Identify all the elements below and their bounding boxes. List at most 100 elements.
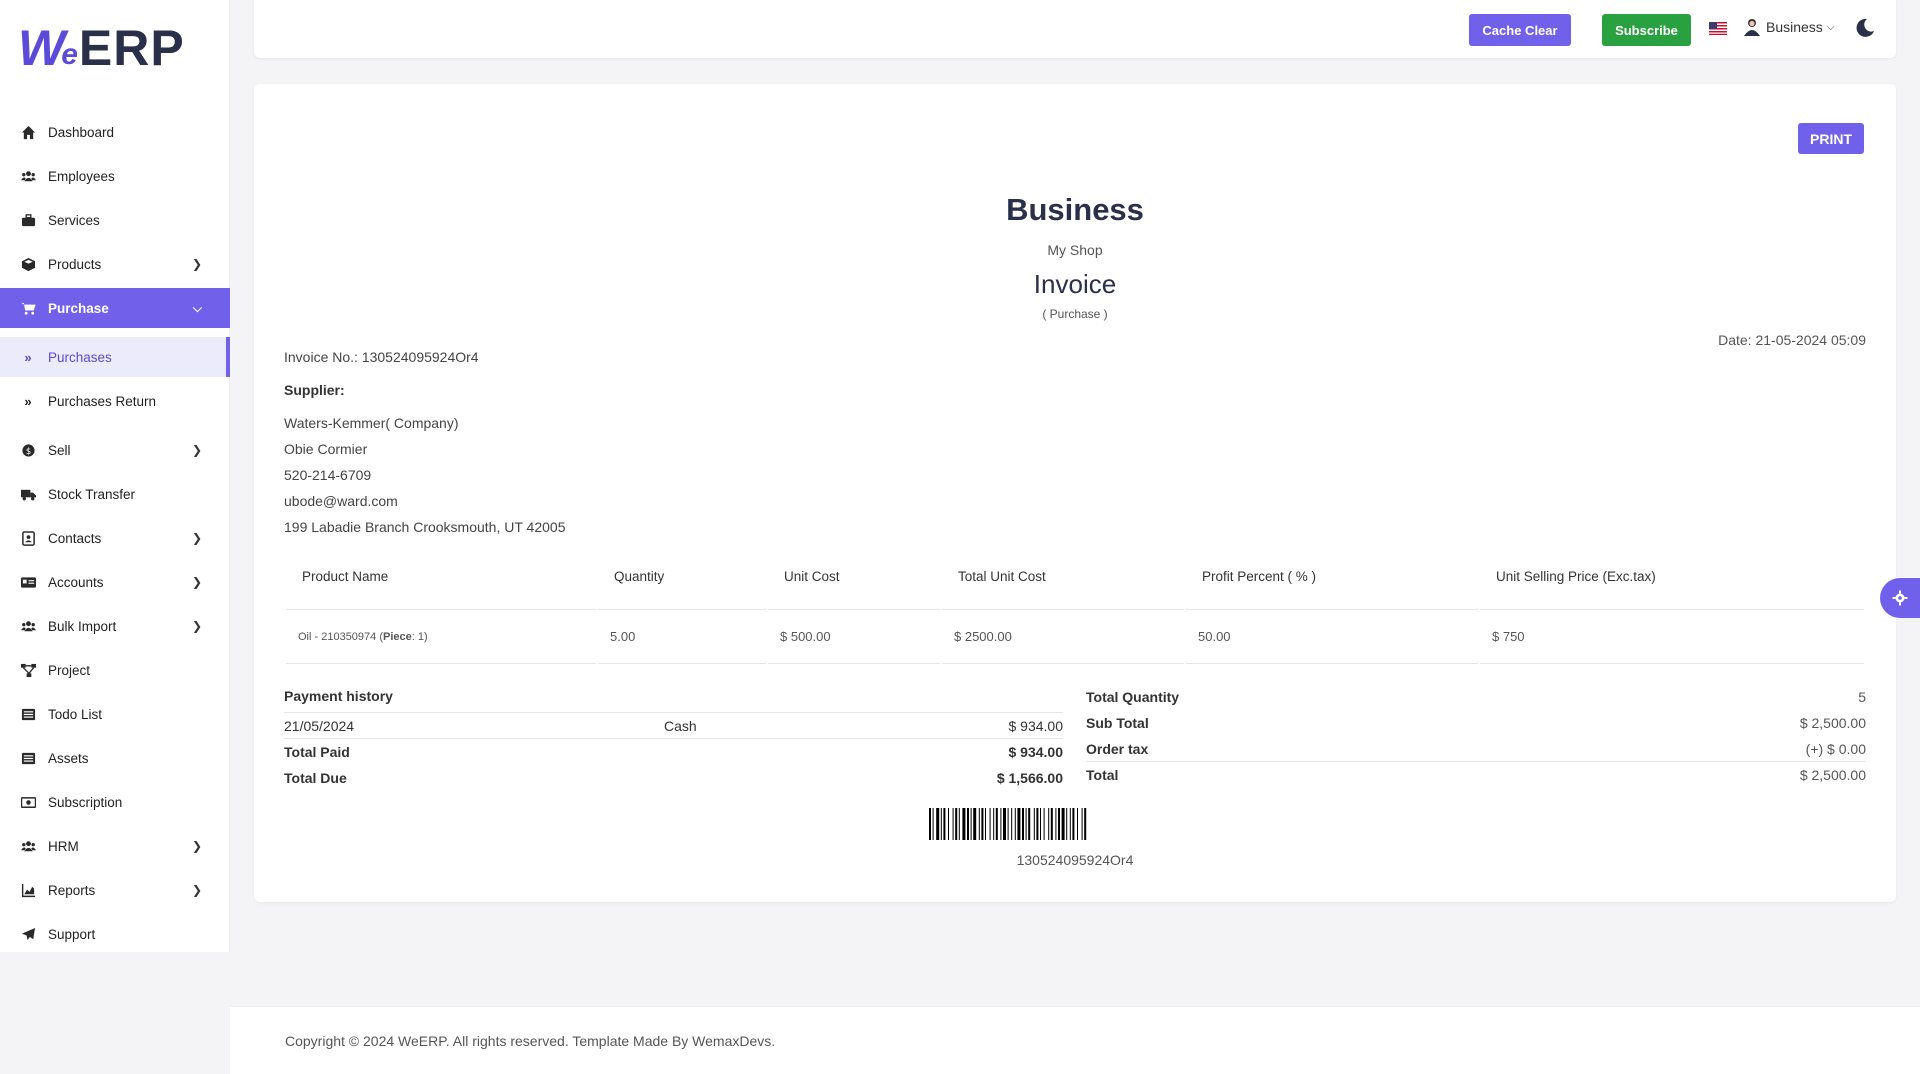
sidebar-item-label: Support	[48, 926, 96, 942]
home-icon	[20, 124, 36, 140]
sidebar-item-label: Project	[48, 662, 91, 678]
total-quantity-value: 5	[1858, 689, 1866, 705]
sidebar-item-label: Assets	[48, 750, 89, 766]
sidebar-item-project[interactable]: Project	[0, 650, 230, 690]
order-tax-label: Order tax	[1086, 740, 1149, 757]
logo-erp: ERP	[78, 20, 185, 76]
supplier-address: 199 Labadie Branch Crooksmouth, UT 42005	[284, 519, 566, 535]
sidebar-item-reports[interactable]: Reports ❯	[0, 870, 230, 910]
invoice-title: Invoice	[1033, 269, 1117, 299]
sidebar-item-purchase[interactable]: Purchase ⌵	[0, 288, 230, 328]
sidebar-item-accounts[interactable]: Accounts ❯	[0, 562, 230, 602]
sidebar-item-label: Contacts	[48, 530, 102, 546]
sidebar-item-label: Bulk Import	[48, 618, 117, 634]
cart-icon	[20, 300, 36, 316]
sidebar-item-services[interactable]: Services	[0, 200, 230, 240]
invoice-kind: ( Purchase )	[1042, 307, 1108, 321]
chevron-right-icon: ❯	[191, 839, 202, 853]
sidebar-item-label: Products	[48, 256, 102, 272]
topbar: Cache Clear Subscribe Business ⌵	[254, 0, 1896, 58]
invoice-date: Date: 21-05-2024 05:09	[1718, 332, 1866, 348]
product-cell: Oil - 210350974 (Piece: 1)	[286, 610, 596, 664]
logo-e: e	[61, 38, 78, 71]
settings-toggle[interactable]	[1880, 578, 1920, 618]
invoice-barcode	[929, 808, 1087, 840]
sidebar-item-bulk-import[interactable]: Bulk Import ❯	[0, 606, 230, 646]
sidebar-item-assets[interactable]: Assets	[0, 738, 230, 778]
weerp-logo[interactable]: We ERP	[18, 20, 185, 76]
users-icon	[20, 838, 36, 854]
double-chevron-icon: »	[24, 349, 32, 365]
sidebar-item-subscription[interactable]: Subscription	[0, 782, 230, 822]
table-row: Oil - 210350974 (Piece: 1) 5.00 $ 500.00…	[286, 610, 1864, 664]
sidebar-item-todo-list[interactable]: Todo List	[0, 694, 230, 734]
sidebar-item-label: Accounts	[48, 574, 104, 590]
users-icon	[20, 168, 36, 184]
sub-total-label: Sub Total	[1086, 715, 1149, 731]
total-due-row: Total Due $ 1,566.00	[284, 765, 1063, 791]
table-header-row: Product Name Quantity Unit Cost Total Un…	[286, 544, 1864, 610]
sidebar-item-employees[interactable]: Employees	[0, 156, 230, 196]
sidebar-item-dashboard[interactable]: Dashboard	[0, 112, 230, 152]
product-name: Oil - 210350974 (	[298, 630, 383, 643]
total-due-value: $ 1,566.00	[996, 770, 1063, 786]
sidebar-item-label: Subscription	[48, 794, 123, 810]
invoice-card: PRINT Business My Shop Invoice ( Purchas…	[254, 84, 1896, 902]
total-due-label: Total Due	[284, 770, 347, 786]
column-header: Profit Percent ( % )	[1186, 544, 1478, 610]
supplier-email: ubode@ward.com	[284, 493, 398, 509]
invoice-number: Invoice No.: 130524095924Or4	[284, 349, 479, 365]
sidebar-item-purchases-return[interactable]: » Purchases Return	[0, 381, 230, 421]
invoice-totals: Total Quantity 5 Sub Total $ 2,500.00 Or…	[1086, 684, 1866, 788]
payment-history: Payment history 21/05/2024 Cash $ 934.00…	[284, 684, 1063, 791]
supplier-name: Obie Cormier	[284, 441, 368, 457]
chart-icon	[20, 882, 36, 898]
sidebar-item-hrm[interactable]: HRM ❯	[0, 826, 230, 866]
total-paid-label: Total Paid	[284, 744, 350, 760]
dark-mode-moon-icon[interactable]	[1855, 18, 1875, 38]
sidebar-item-contacts[interactable]: Contacts ❯	[0, 518, 230, 558]
sidebar-item-stock-transfer[interactable]: Stock Transfer	[0, 474, 230, 514]
sidebar-item-support[interactable]: Support	[0, 914, 230, 954]
cache-clear-button[interactable]: Cache Clear	[1469, 14, 1571, 46]
order-tax-value: (+) $ 0.00	[1805, 740, 1866, 757]
sub-total-row: Sub Total $ 2,500.00	[1086, 710, 1866, 736]
chevron-down-icon: ⌵	[192, 300, 202, 315]
sidebar-item-label: HRM	[48, 838, 79, 854]
svg-text:$: $	[25, 445, 30, 455]
chevron-right-icon: ❯	[191, 619, 202, 633]
total-quantity-row: Total Quantity 5	[1086, 684, 1866, 710]
double-chevron-icon: »	[24, 393, 32, 409]
chevron-right-icon: ❯	[191, 575, 202, 589]
sidebar-item-label: Employees	[48, 168, 115, 184]
us-flag-icon[interactable]	[1709, 22, 1727, 35]
truck-icon	[20, 486, 36, 502]
user-menu[interactable]: Business ⌵	[1744, 18, 1834, 36]
print-button[interactable]: PRINT	[1798, 123, 1864, 154]
sidebar-item-products[interactable]: Products ❯	[0, 244, 230, 284]
gear-icon	[1892, 590, 1908, 606]
column-header: Product Name	[286, 544, 596, 610]
subscribe-button[interactable]: Subscribe	[1602, 14, 1691, 46]
money-icon	[20, 794, 36, 810]
sidebar-item-label: Stock Transfer	[48, 486, 136, 502]
profit-percent-cell: 50.00	[1186, 610, 1478, 664]
copyright-text: Copyright © 2024 WeERP. All rights reser…	[285, 1033, 776, 1049]
chevron-down-icon: ⌵	[1826, 21, 1835, 33]
shop-name: My Shop	[1047, 242, 1103, 258]
piece-count: : 1)	[411, 630, 428, 643]
sidebar-item-sell[interactable]: $ Sell ❯	[0, 430, 230, 470]
users-icon	[20, 618, 36, 634]
business-name: Business	[1006, 192, 1144, 227]
payment-amount: $ 934.00	[1008, 717, 1064, 734]
total-paid-value: $ 934.00	[1008, 744, 1064, 760]
sidebar-item-purchases[interactable]: » Purchases	[0, 337, 230, 377]
payment-method: Cash	[664, 717, 697, 734]
grand-total-row: Total $ 2,500.00	[1086, 762, 1866, 788]
payment-row: 21/05/2024 Cash $ 934.00	[284, 713, 1063, 739]
list-icon	[20, 750, 36, 766]
barcode-number: 130524095924Or4	[1016, 852, 1134, 868]
supplier-phone: 520-214-6709	[284, 467, 372, 483]
list-icon	[20, 706, 36, 722]
id-card-icon	[20, 574, 36, 590]
